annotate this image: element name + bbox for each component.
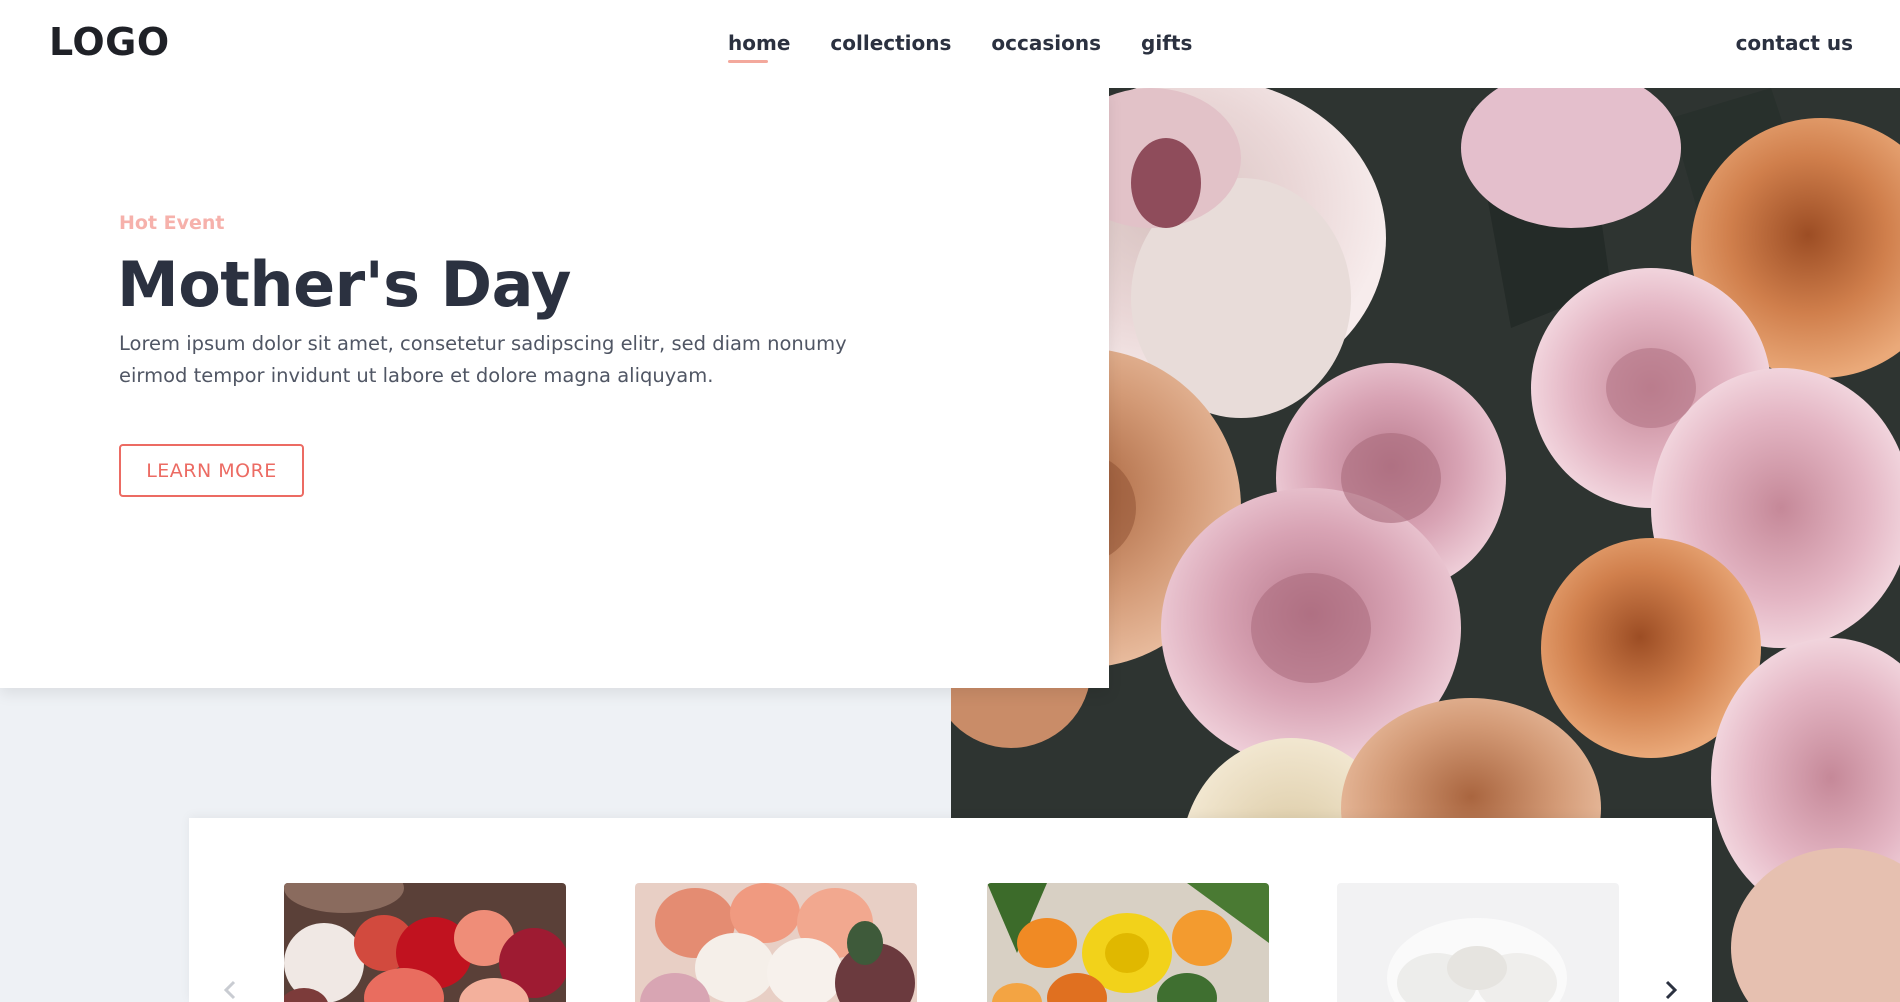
- product-card[interactable]: [635, 883, 917, 1002]
- chevron-left-icon[interactable]: [219, 978, 243, 1002]
- yellow-chrysanthemum-bouquet-photo: [987, 883, 1269, 1002]
- product-card[interactable]: [1337, 883, 1619, 1002]
- hero-title: Mother's Day: [117, 248, 571, 321]
- hero-eyebrow: Hot Event: [119, 212, 225, 234]
- site-header: LOGO home collections occasions gifts co…: [0, 0, 1900, 88]
- nav-home[interactable]: home: [728, 31, 790, 63]
- hero-card: Hot Event Mother's Day Lorem ipsum dolor…: [0, 88, 1109, 688]
- nav-collections[interactable]: collections: [830, 31, 951, 63]
- product-card[interactable]: [987, 883, 1269, 1002]
- main-nav: home collections occasions gifts: [728, 31, 1192, 63]
- product-carousel: [189, 818, 1712, 1002]
- learn-more-button[interactable]: LEARN MORE: [119, 444, 304, 497]
- nav-gifts[interactable]: gifts: [1141, 31, 1192, 63]
- product-card[interactable]: [284, 883, 566, 1002]
- nav-occasions[interactable]: occasions: [991, 31, 1101, 63]
- hero-description: Lorem ipsum dolor sit amet, consetetur s…: [119, 332, 847, 387]
- white-peony-bouquet-photo: [1337, 883, 1619, 1002]
- contact-us-link[interactable]: contact us: [1736, 31, 1853, 55]
- peach-ranunculus-bouquet-photo: [635, 883, 917, 1002]
- red-rose-bouquet-photo: [284, 883, 566, 1002]
- logo[interactable]: LOGO: [49, 20, 170, 64]
- chevron-right-icon[interactable]: [1658, 978, 1682, 1002]
